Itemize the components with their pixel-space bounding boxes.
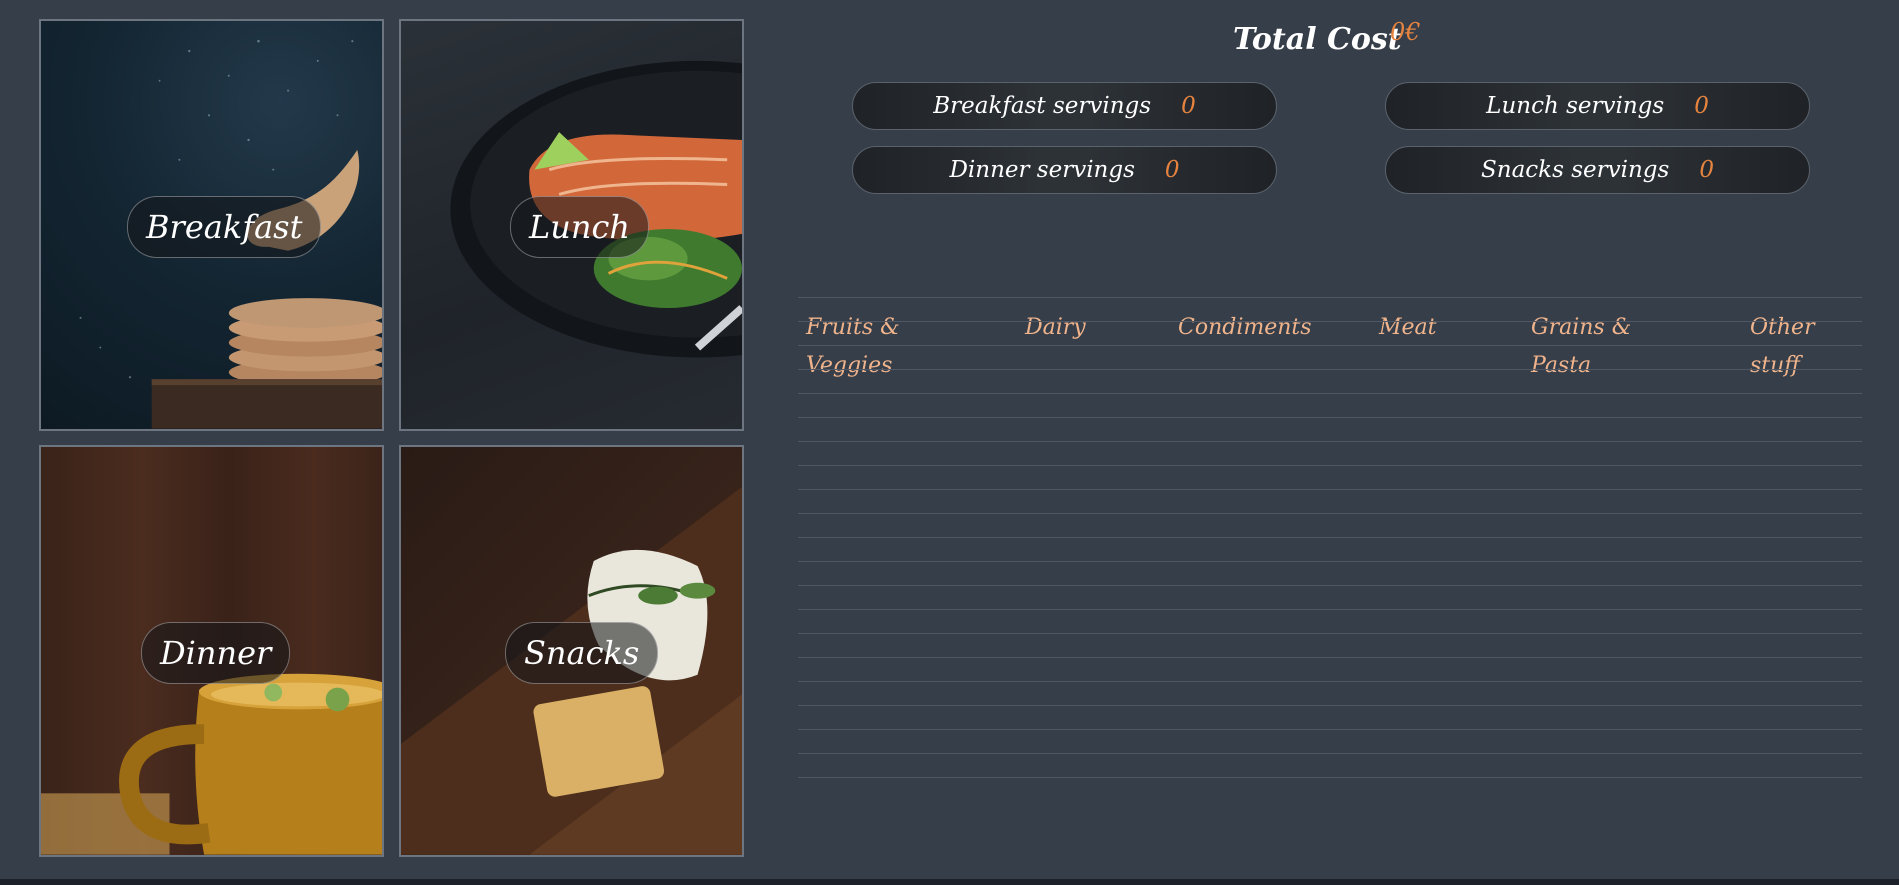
- snacks-servings-label: Snacks servings: [1481, 157, 1670, 183]
- lunch-servings-field[interactable]: Lunch servings 0: [1385, 82, 1810, 130]
- sheet-rule: [798, 441, 1862, 442]
- sheet-rule: [798, 465, 1862, 466]
- breakfast-servings-field[interactable]: Breakfast servings 0: [852, 82, 1277, 130]
- meal-label-lunch: Lunch: [510, 196, 649, 258]
- meal-tile-breakfast[interactable]: Breakfast: [39, 19, 384, 431]
- total-cost-value: 0€: [1390, 18, 1421, 46]
- sheet-rule: [798, 321, 1862, 322]
- sheet-rule: [798, 729, 1862, 730]
- dinner-servings-field[interactable]: Dinner servings 0: [852, 146, 1277, 194]
- meal-tile-snacks[interactable]: Snacks: [399, 445, 744, 857]
- sheet-rule: [798, 561, 1862, 562]
- sheet-rule: [798, 489, 1862, 490]
- sheet-rule: [798, 633, 1862, 634]
- breakfast-servings-value: 0: [1181, 93, 1196, 119]
- meal-tile-dinner[interactable]: Dinner: [39, 445, 384, 857]
- column-dairy: Dairy: [1025, 315, 1086, 340]
- sheet-rule: [798, 393, 1862, 394]
- breakfast-servings-label: Breakfast servings: [933, 93, 1152, 119]
- total-cost-title: Total Cost: [1233, 22, 1402, 57]
- column-condiments: Condiments: [1178, 315, 1312, 340]
- sheet-rule: [798, 297, 1862, 298]
- meal-tile-lunch[interactable]: Lunch: [399, 19, 744, 431]
- sheet-rule: [798, 369, 1862, 370]
- lunch-servings-label: Lunch servings: [1486, 93, 1665, 119]
- lunch-servings-value: 0: [1694, 93, 1709, 119]
- meal-label-dinner: Dinner: [141, 622, 291, 684]
- sheet-rule: [798, 345, 1862, 346]
- shopping-list: Fruits & Veggies Dairy Condiments Meat G…: [798, 297, 1862, 778]
- meal-label-snacks: Snacks: [505, 622, 659, 684]
- sheet-rule: [798, 585, 1862, 586]
- sheet-rule: [798, 657, 1862, 658]
- dinner-servings-label: Dinner servings: [949, 157, 1135, 183]
- snacks-servings-field[interactable]: Snacks servings 0: [1385, 146, 1810, 194]
- sheet-rule: [798, 777, 1862, 778]
- snacks-servings-value: 0: [1699, 157, 1714, 183]
- sheet-rule: [798, 609, 1862, 610]
- sheet-rule: [798, 513, 1862, 514]
- sheet-rule: [798, 417, 1862, 418]
- meal-label-breakfast: Breakfast: [127, 196, 322, 258]
- sheet-rule: [798, 753, 1862, 754]
- bottom-bar: [0, 879, 1899, 885]
- dinner-servings-value: 0: [1164, 157, 1180, 183]
- sheet-rule: [798, 681, 1862, 682]
- column-meat: Meat: [1379, 315, 1437, 340]
- sheet-rule: [798, 537, 1862, 538]
- sheet-rule: [798, 705, 1862, 706]
